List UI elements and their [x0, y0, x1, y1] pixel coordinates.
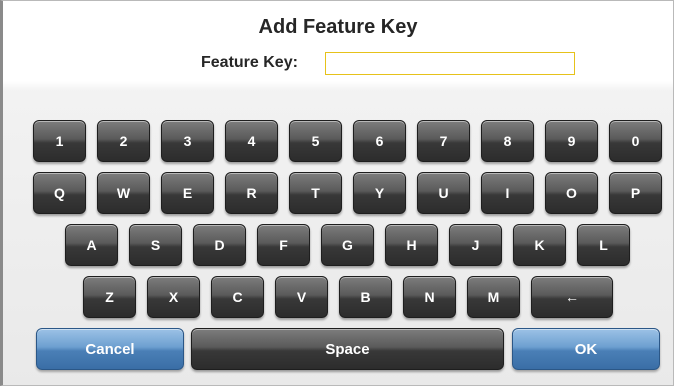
key-i[interactable]: I [481, 172, 534, 214]
add-feature-key-dialog: Add Feature Key Feature Key: 1 2 3 4 5 6… [0, 0, 674, 386]
key-3[interactable]: 3 [161, 120, 214, 162]
key-q[interactable]: Q [33, 172, 86, 214]
key-d[interactable]: D [193, 224, 246, 266]
key-v[interactable]: V [275, 276, 328, 318]
key-l[interactable]: L [577, 224, 630, 266]
key-y[interactable]: Y [353, 172, 406, 214]
keyboard-row-digits: 1 2 3 4 5 6 7 8 9 0 [3, 120, 674, 162]
space-key[interactable]: Space [191, 328, 504, 370]
ok-button[interactable]: OK [512, 328, 660, 370]
key-6[interactable]: 6 [353, 120, 406, 162]
key-u[interactable]: U [417, 172, 470, 214]
key-4[interactable]: 4 [225, 120, 278, 162]
backspace-key[interactable]: ← [531, 276, 613, 318]
key-0[interactable]: 0 [609, 120, 662, 162]
key-1[interactable]: 1 [33, 120, 86, 162]
key-j[interactable]: J [449, 224, 502, 266]
key-7[interactable]: 7 [417, 120, 470, 162]
feature-key-input[interactable] [325, 52, 575, 75]
key-s[interactable]: S [129, 224, 182, 266]
cancel-button[interactable]: Cancel [36, 328, 184, 370]
key-8[interactable]: 8 [481, 120, 534, 162]
key-z[interactable]: Z [83, 276, 136, 318]
key-g[interactable]: G [321, 224, 374, 266]
key-o[interactable]: O [545, 172, 598, 214]
keyboard-row-zxcv: Z X C V B N M ← [3, 276, 674, 318]
key-w[interactable]: W [97, 172, 150, 214]
key-e[interactable]: E [161, 172, 214, 214]
key-5[interactable]: 5 [289, 120, 342, 162]
key-f[interactable]: F [257, 224, 310, 266]
key-c[interactable]: C [211, 276, 264, 318]
key-2[interactable]: 2 [97, 120, 150, 162]
keyboard-row-qwerty: Q W E R T Y U I O P [3, 172, 674, 214]
key-n[interactable]: N [403, 276, 456, 318]
key-b[interactable]: B [339, 276, 392, 318]
key-h[interactable]: H [385, 224, 438, 266]
key-a[interactable]: A [65, 224, 118, 266]
keyboard-row-asdf: A S D F G H J K L [3, 224, 674, 266]
dialog-title: Add Feature Key [258, 16, 418, 38]
key-x[interactable]: X [147, 276, 200, 318]
feature-key-label: Feature Key: [201, 54, 298, 71]
key-r[interactable]: R [225, 172, 278, 214]
key-k[interactable]: K [513, 224, 566, 266]
key-9[interactable]: 9 [545, 120, 598, 162]
backspace-arrow-icon: ← [565, 289, 579, 305]
key-p[interactable]: P [609, 172, 662, 214]
key-m[interactable]: M [467, 276, 520, 318]
key-t[interactable]: T [289, 172, 342, 214]
